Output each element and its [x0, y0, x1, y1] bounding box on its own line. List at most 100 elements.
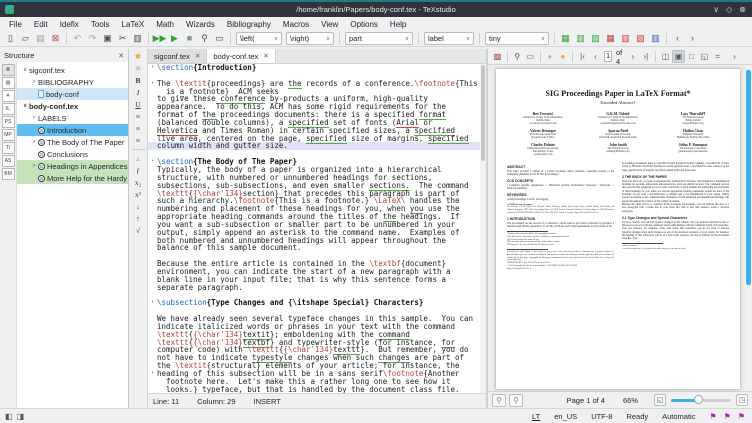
menu-bibliography[interactable]: Bibliography	[221, 20, 277, 29]
text-magnifier-icon[interactable]: ⚲	[509, 394, 523, 407]
fold-marker-icon[interactable]: ▾	[148, 64, 157, 72]
close-structure-panel-icon[interactable]: ✕	[118, 52, 124, 60]
toggle-sidebar-icon[interactable]: ◧	[5, 412, 13, 421]
tab-close-icon[interactable]: ✕	[263, 52, 268, 60]
pdf-zoom-slider[interactable]	[671, 399, 731, 402]
table-remove-column-icon[interactable]: ▥	[618, 32, 633, 46]
new-file-icon[interactable]: ▯	[3, 32, 18, 46]
left-delimiter-dropdown[interactable]: \left(∨	[236, 32, 282, 45]
insert-mode-indicator[interactable]: INSERT	[254, 397, 281, 406]
right-delimiter-dropdown[interactable]: \right)∨	[286, 32, 334, 45]
sidebar-tab-mp[interactable]: MP	[2, 129, 15, 141]
underset-button[interactable]: ↓	[132, 201, 145, 212]
structure-item-labels[interactable]: >LABELS	[17, 112, 128, 124]
line-ending-indicator[interactable]: Automatic	[662, 412, 695, 421]
next-page-icon[interactable]: ›	[626, 50, 639, 63]
pdf-fullscreen-button[interactable]: ◳	[736, 394, 748, 406]
sidebar-tab-il[interactable]: IL	[2, 103, 15, 115]
menu-idefix[interactable]: Idefix	[54, 20, 85, 29]
underline-button[interactable]: U	[132, 99, 145, 110]
editor-scrollbar[interactable]	[480, 64, 486, 393]
tree-expander-icon[interactable]: ∨	[21, 67, 29, 73]
redo-icon[interactable]: ↷	[85, 32, 100, 46]
table-cut-column-icon[interactable]: ▧	[633, 32, 648, 46]
windowed-viewer-icon[interactable]: ▨	[491, 50, 504, 63]
sidebar-tab-ps[interactable]: PS	[2, 116, 15, 128]
structure-item-conclusions[interactable]: SConclusions	[17, 148, 128, 160]
undo-icon[interactable]: ↶	[70, 32, 85, 46]
zoom-magnifier-icon[interactable]: ⚲	[492, 394, 506, 407]
jump-forward-icon[interactable]: ●	[556, 50, 569, 63]
structure-item-introduction[interactable]: SIntroduction	[17, 124, 128, 136]
menu-wizards[interactable]: Wizards	[180, 20, 221, 29]
comment-icon[interactable]: ▭	[212, 32, 227, 46]
sqrt-button[interactable]: √	[132, 225, 145, 236]
last-page-icon[interactable]: ›|	[639, 50, 652, 63]
page-number-input[interactable]: 1	[604, 51, 612, 62]
original-size-icon[interactable]: □	[685, 50, 698, 63]
table-paste-column-icon[interactable]: ▧	[588, 32, 603, 46]
scroll-hand-icon[interactable]: ▭	[524, 50, 537, 63]
toggle-log-icon[interactable]: ◨	[17, 412, 25, 421]
sidebar-tab-as[interactable]: AS	[2, 155, 15, 167]
font-size-dropdown[interactable]: tiny∨	[485, 32, 549, 45]
wizard-star-icon[interactable]: ✱	[132, 51, 145, 62]
structure-item-body-conf-tex[interactable]: ∨body-conf.tex	[17, 100, 128, 112]
structure-item-the-body-of-the-paper[interactable]: >SThe Body of The Paper	[17, 136, 128, 148]
close-document-icon[interactable]: ⊠	[48, 32, 63, 46]
viewer-expand-icon[interactable]: ›	[728, 50, 741, 63]
tree-expander-icon[interactable]: >	[30, 115, 38, 121]
copy-icon[interactable]: ▣	[100, 32, 115, 46]
superscript-button[interactable]: x²	[132, 189, 145, 200]
tab-body-conf-tex[interactable]: body-conf.tex✕	[207, 49, 275, 63]
tree-expander-icon[interactable]: ∨	[21, 103, 29, 109]
code-editor[interactable]: ▾\section{Introduction}▾The \textit{proc…	[148, 64, 486, 393]
bookmark-flag-icon-1[interactable]: ⚑	[709, 412, 716, 421]
spell-language-indicator[interactable]: en_US	[554, 412, 577, 421]
sidebar-tab-ti[interactable]: TI	[2, 142, 15, 154]
structure-item-sigconf-tex[interactable]: ∨sigconf.tex	[17, 64, 128, 76]
pdf-scrollbar-handle[interactable]	[746, 70, 751, 285]
italic-button[interactable]: I	[132, 87, 145, 98]
tree-expander-icon[interactable]: >	[30, 139, 38, 145]
sectioning-dropdown[interactable]: part∨	[345, 32, 413, 45]
bold-button[interactable]: B	[132, 75, 145, 86]
pdf-zoom-slider-knob[interactable]	[694, 395, 703, 404]
menu-macros[interactable]: Macros	[277, 20, 315, 29]
tree-expander-icon[interactable]: >	[30, 79, 38, 85]
table-add-row-icon[interactable]: ▦	[558, 32, 573, 46]
encoding-indicator[interactable]: UTF-8	[591, 412, 612, 421]
menu-file[interactable]: File	[3, 20, 28, 29]
save-icon[interactable]: ▤	[33, 32, 48, 46]
cut-icon[interactable]: ✂	[115, 32, 130, 46]
jump-back-icon[interactable]: ●	[543, 50, 556, 63]
fold-marker-icon[interactable]: ▾	[148, 370, 157, 378]
table-add-column-icon[interactable]: ▥	[573, 32, 588, 46]
sidebar-tab-bm[interactable]: BM	[2, 168, 15, 180]
structure-item-bibliography[interactable]: >BIBLIOGRAPHY	[17, 76, 128, 88]
structure-item-body-conf[interactable]: body-conf	[17, 88, 128, 100]
pdf-zoom-out-button[interactable]: ◱	[654, 394, 666, 406]
menu-latex[interactable]: LaTeX	[116, 20, 151, 29]
previous-page-icon[interactable]: ‹	[589, 50, 602, 63]
close-button[interactable]: ⊗	[739, 6, 746, 14]
build-and-view-icon[interactable]: ▶▶	[152, 32, 167, 46]
sidebar-tab-document[interactable]: ▤	[2, 77, 15, 89]
go-forward-icon[interactable]: ›	[685, 32, 700, 46]
compile-icon[interactable]: ▶	[167, 32, 182, 46]
sidebar-tab-structure[interactable]: ≣	[2, 64, 15, 76]
fold-marker-icon[interactable]: ▾	[148, 80, 157, 88]
reference-dropdown[interactable]: label∨	[424, 32, 474, 45]
magnifier-icon[interactable]: ⚲	[511, 50, 524, 63]
fit-page-icon[interactable]: ▣	[672, 50, 685, 63]
bookmark-star-icon[interactable]: ✱	[132, 63, 145, 74]
go-back-icon[interactable]: ‹	[670, 32, 685, 46]
fit-window-icon[interactable]: ◱	[698, 50, 711, 63]
pdf-scrollbar[interactable]	[745, 65, 752, 391]
triangle-icon[interactable]: ▵	[132, 153, 145, 164]
tree-expander-icon[interactable]: >	[30, 163, 38, 169]
view-log-icon[interactable]: ⚲	[197, 32, 212, 46]
menu-help[interactable]: Help	[384, 20, 412, 29]
paste-icon[interactable]: ▥	[130, 32, 145, 46]
language-indicator[interactable]: LT	[532, 412, 540, 421]
